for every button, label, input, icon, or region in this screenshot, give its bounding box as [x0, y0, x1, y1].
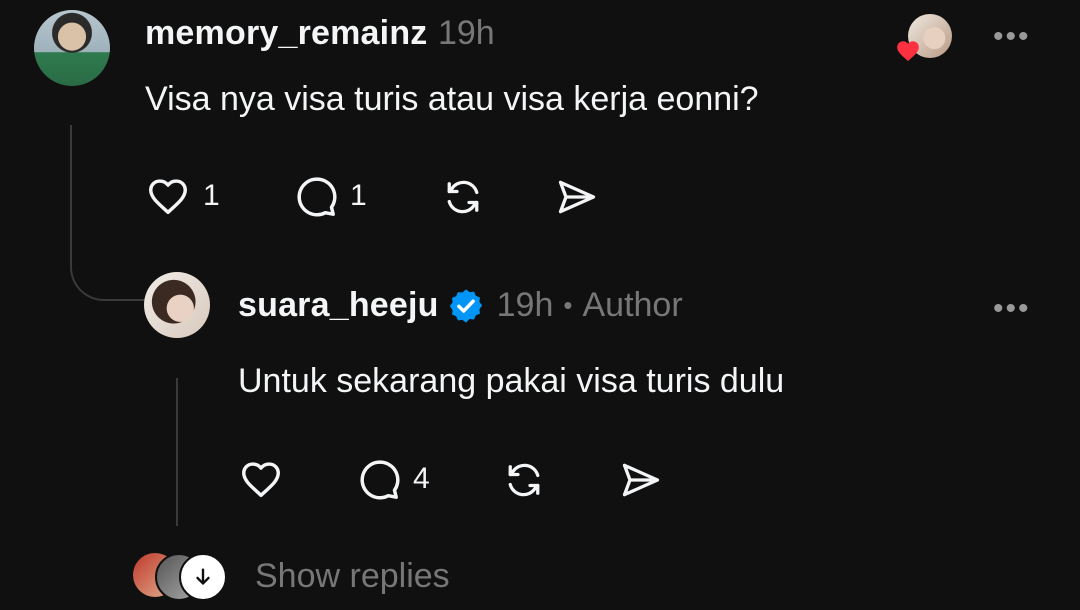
reply-count: 1	[350, 179, 367, 212]
separator-dot: •	[563, 290, 573, 320]
timestamp: 19h	[496, 286, 554, 324]
speech-bubble-icon[interactable]	[292, 173, 338, 219]
like-count: 1	[203, 179, 220, 212]
username[interactable]: memory_remainz	[145, 14, 428, 52]
send-icon[interactable]	[618, 458, 664, 502]
more-options-button[interactable]: •••	[993, 294, 1031, 324]
username[interactable]: suara_heeju	[238, 286, 439, 325]
thread-line	[70, 125, 150, 301]
more-options-button[interactable]: •••	[993, 22, 1031, 52]
heart-icon[interactable]	[238, 456, 284, 502]
repost-icon[interactable]	[502, 458, 546, 502]
show-replies-button[interactable]: Show replies	[255, 557, 450, 596]
reply-count: 4	[413, 462, 430, 495]
comment-header: memory_remainz 19h	[145, 14, 495, 53]
reply-header: suara_heeju 19h • Author	[238, 286, 683, 325]
heart-icon[interactable]	[145, 173, 191, 219]
heart-badge-icon	[895, 38, 921, 64]
speech-bubble-icon[interactable]	[355, 456, 401, 502]
comment-text: Visa nya visa turis atau visa kerja eonn…	[145, 80, 759, 118]
timestamp: 19h	[437, 14, 495, 52]
author-label: Author	[582, 286, 683, 324]
reply-text: Untuk sekarang pakai visa turis dulu	[238, 362, 785, 400]
thread-line	[176, 378, 178, 526]
arrow-down-icon	[179, 553, 227, 601]
replier-avatars[interactable]	[133, 553, 227, 601]
send-icon[interactable]	[554, 175, 600, 219]
repost-icon[interactable]	[441, 175, 485, 219]
avatar[interactable]	[144, 272, 210, 338]
avatar[interactable]	[34, 10, 110, 86]
verified-badge-icon	[447, 287, 485, 325]
